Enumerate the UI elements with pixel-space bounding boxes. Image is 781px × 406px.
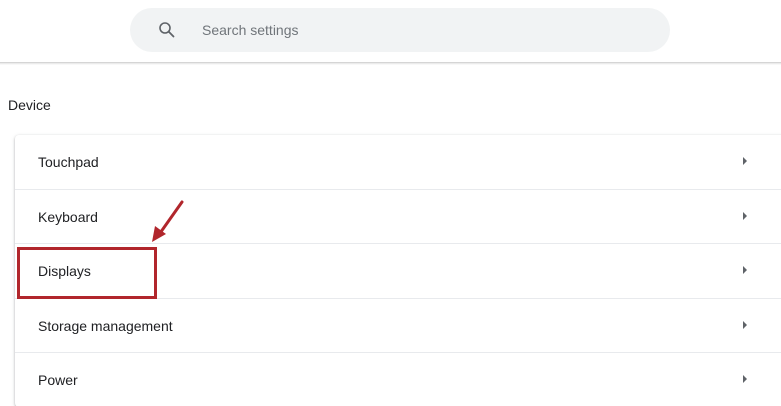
row-storage-management[interactable]: Storage management <box>15 298 781 352</box>
chevron-right-icon <box>743 266 747 274</box>
row-label: Storage management <box>38 318 173 334</box>
search-bar[interactable]: Search settings <box>130 8 670 52</box>
chevron-right-icon <box>743 212 747 220</box>
settings-page: Search settings Device Touchpad Keyboard… <box>0 0 781 406</box>
row-label: Touchpad <box>38 154 99 170</box>
chevron-right-icon <box>743 157 747 165</box>
header-divider <box>0 62 781 65</box>
displays-highlight-box <box>17 247 157 299</box>
search-icon <box>158 21 176 39</box>
section-title: Device <box>8 97 51 113</box>
row-label: Keyboard <box>38 209 98 225</box>
arrow-down-left-icon <box>148 198 188 246</box>
chevron-right-icon <box>743 375 747 383</box>
chevron-right-icon <box>743 321 747 329</box>
search-input[interactable]: Search settings <box>202 21 299 39</box>
row-label: Power <box>38 372 78 388</box>
row-power[interactable]: Power <box>15 352 781 406</box>
row-keyboard[interactable]: Keyboard <box>15 189 781 243</box>
row-touchpad[interactable]: Touchpad <box>15 135 781 189</box>
